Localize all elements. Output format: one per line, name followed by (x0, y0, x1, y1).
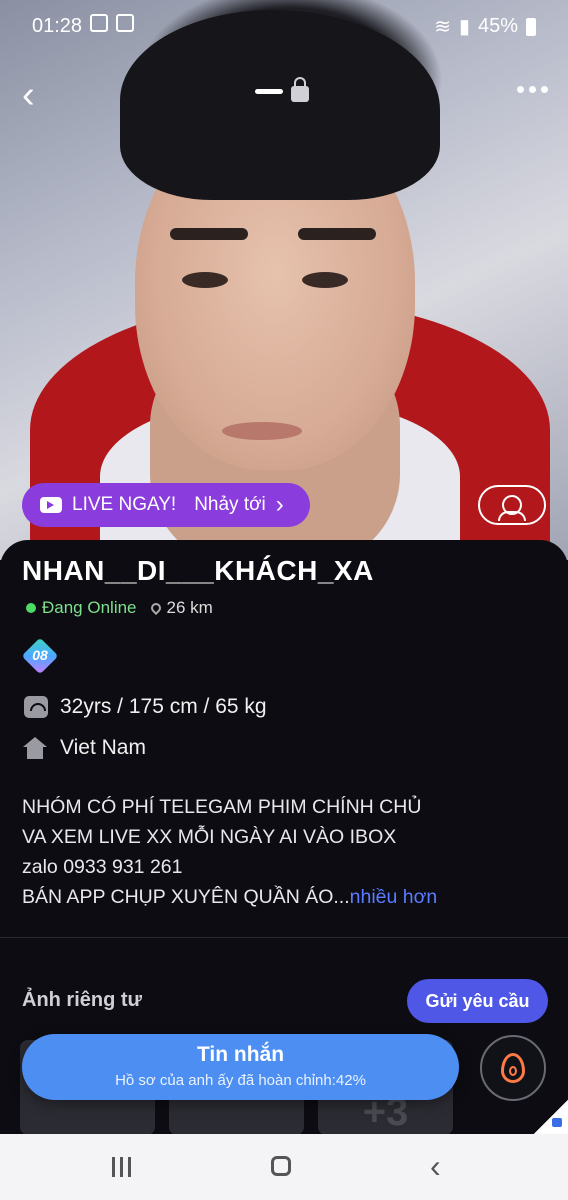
bio-text: NHÓM CÓ PHÍ TELEGAM PHIM CHÍNH CHỦ VA XE… (22, 792, 552, 912)
lock-icon (291, 77, 309, 102)
live-now-button[interactable]: LIVE NGAY! Nhảy tới › (22, 483, 310, 527)
hometown: Viet Nam (60, 736, 146, 759)
wifi-icon: ≋ (434, 16, 451, 38)
scale-icon (24, 696, 48, 718)
online-status: Đang Online (42, 598, 137, 617)
gallery-icon (90, 14, 108, 32)
body-stats-row: 32yrs / 175 cm / 65 kg (24, 695, 267, 719)
home-button-icon[interactable] (271, 1156, 291, 1176)
signal-icon: ▮ (458, 16, 470, 38)
secure-folder-corner (534, 1100, 568, 1134)
back-nav-icon[interactable]: ‹ (430, 1148, 441, 1185)
home-icon (23, 737, 47, 759)
level-badge[interactable]: 08 (21, 637, 59, 675)
top-nav: ‹ (0, 72, 568, 116)
video-camera-icon (40, 497, 62, 513)
bio-line: BÁN APP CHỤP XUYÊN QUẦN ÁO... (22, 886, 350, 908)
more-options-icon[interactable] (517, 86, 548, 93)
private-photos-title: Ảnh riêng tư (22, 989, 143, 1011)
status-right: ≋ ▮ 45% (434, 14, 536, 39)
photo-eye-right (302, 272, 348, 288)
chevron-right-icon: › (275, 491, 284, 518)
message-button[interactable]: Tin nhắn Hồ sơ của anh ấy đã hoàn chỉnh:… (22, 1034, 459, 1100)
user-check-icon (498, 495, 526, 521)
photo-brow-left (170, 228, 248, 240)
message-button-label: Tin nhắn (196, 1043, 285, 1066)
hot-button[interactable] (480, 1035, 546, 1101)
app-notification-icon (116, 14, 134, 32)
page-indicator-dash (255, 88, 283, 94)
live-action: Nhảy tới (194, 494, 266, 515)
battery-percent: 45% (477, 15, 518, 37)
photo-brow-right (298, 228, 376, 240)
bio-line: zalo 0933 931 261 (22, 856, 183, 878)
flame-icon (501, 1053, 525, 1083)
bio-line-last: BÁN APP CHỤP XUYÊN QUẦN ÁO...nhiều hơn (22, 882, 552, 912)
profile-completion: Hồ sơ của anh ấy đã hoàn chỉnh:42% (115, 1072, 366, 1089)
bio-line: NHÓM CÓ PHÍ TELEGAM PHIM CHÍNH CHỦ (22, 796, 422, 818)
follow-button[interactable] (478, 485, 546, 525)
section-divider (0, 937, 568, 938)
live-label: LIVE NGAY! (72, 494, 177, 515)
status-bar: 01:28 ≋ ▮ 45% (0, 0, 568, 54)
photo-eye-left (182, 272, 228, 288)
photo-mouth (222, 422, 302, 440)
online-dot-icon (26, 603, 36, 613)
profile-name: NHAN__DI___KHÁCH_XA (22, 555, 374, 586)
online-status-row: Đang Online 26 km (26, 598, 213, 618)
photo-page-indicator (255, 77, 309, 102)
corner-lock-icon (552, 1118, 562, 1127)
read-more-link[interactable]: nhiều hơn (350, 886, 438, 908)
back-chevron-icon[interactable]: ‹ (22, 76, 35, 114)
status-time: 01:28 (32, 15, 83, 37)
location-pin-icon (148, 600, 163, 616)
hometown-row: Viet Nam (23, 736, 146, 760)
status-notification-icons (90, 14, 134, 32)
system-nav-bar: ‹ (0, 1134, 568, 1200)
body-stats: 32yrs / 175 cm / 65 kg (60, 695, 267, 718)
battery-icon (526, 17, 536, 36)
badge-number: 08 (32, 647, 48, 663)
send-request-button[interactable]: Gửi yêu cầu (407, 979, 548, 1023)
recent-apps-icon[interactable] (112, 1157, 131, 1177)
bio-line: VA XEM LIVE XX MỖI NGÀY AI VÀO IBOX (22, 826, 397, 848)
distance: 26 km (166, 598, 213, 617)
